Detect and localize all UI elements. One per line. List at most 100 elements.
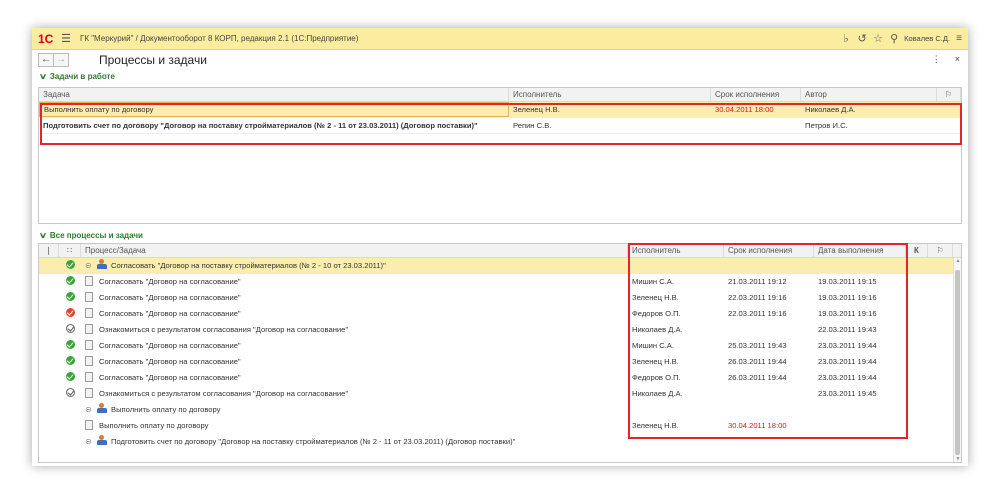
task-name-cell: Согласовать "Договор на согласование" [81,306,628,322]
process-icon [97,435,107,445]
task-icon [85,292,93,302]
completed-status-icon [65,276,75,285]
1c-logo: 1С [38,31,54,46]
collapse-icon[interactable]: ⊝ [85,434,93,450]
flag-icon[interactable]: ⚐ [937,88,961,101]
collapse-icon[interactable]: ⊝ [85,258,93,274]
status-cell [59,258,81,274]
task-name-cell: Выполнить оплату по договору [81,418,628,434]
acknowledged-status-icon [65,324,75,333]
page-title: Процессы и задачи [99,53,207,67]
column-deadline[interactable]: Срок исполнения [711,88,801,101]
task-name-cell: Согласовать "Договор на согласование" [81,290,628,306]
process-name-cell: ⊝ Подготовить счет по договору "Договор н… [81,434,628,450]
column-author[interactable]: Автор [801,88,937,101]
importance-cell [39,402,59,418]
tasks-section-title: Задачи в работе [49,71,115,81]
task-name-cell: Согласовать "Договор на согласование" [81,354,628,370]
search-icon[interactable]: ⚲ [886,32,902,45]
flag-icon[interactable]: ⚐ [928,244,953,257]
status-cell [59,434,81,450]
task-name-cell: Ознакомиться с результатом согласования … [81,386,628,402]
importance-cell [39,370,59,386]
window-title: ГК "Меркурий" / Документооборот 8 КОРП, … [80,34,359,43]
task-icon [85,372,93,382]
completed-status-icon [65,372,75,381]
status-cell [59,274,81,290]
status-cell [59,290,81,306]
scroll-down-icon[interactable]: ▼ [954,456,961,462]
current-user[interactable]: Ковалев С.Д. [904,34,950,43]
bell-icon[interactable]: ♭ [838,32,854,45]
importance-cell [39,306,59,322]
importance-cell [39,338,59,354]
tasks-table-header: Задача Исполнитель Срок исполнения Автор… [39,88,961,102]
task-name-cell: Согласовать "Договор на согласование" [81,338,628,354]
importance-cell [39,274,59,290]
row-name: Подготовить счет по договору "Договор на… [111,437,516,446]
close-icon[interactable]: × [955,54,960,65]
acknowledged-status-icon [65,388,75,397]
process-icon [97,403,107,413]
status-cell [59,306,81,322]
chevron-down-icon: ∨ [38,230,48,240]
processes-section-title: Все процессы и задачи [49,230,143,240]
more-menu-icon[interactable]: ≡ [952,33,962,44]
back-button[interactable]: ← [38,53,54,67]
task-icon [85,308,93,318]
forward-button[interactable]: → [53,53,69,67]
status-cell [59,322,81,338]
row-name: Выполнить оплату по договору [111,405,221,414]
completed-status-icon [65,340,75,349]
task-icon [85,340,93,350]
importance-cell [39,386,59,402]
status-cell [59,370,81,386]
column-task[interactable]: Задача [39,88,509,101]
hamburger-menu-icon[interactable]: ☰ [58,32,74,45]
form-header: ← → Процессы и задачи ⋮ × [32,50,968,70]
task-name-cell: Согласовать "Договор на согласование" [81,370,628,386]
row-name: Выполнить оплату по договору [99,421,209,430]
task-icon [85,324,93,334]
history-icon[interactable]: ↺ [854,32,870,45]
vertical-scrollbar[interactable]: ▲ ▼ [953,258,961,462]
process-icon [97,259,107,269]
column-k[interactable]: К [906,244,928,257]
completed-status-icon [65,356,75,365]
task-name-cell: Ознакомиться с результатом согласования … [81,322,628,338]
task-icon [85,388,93,398]
tasks-section-header[interactable]: ∨ Задачи в работе [32,70,968,82]
rejected-status-icon [65,308,75,317]
star-icon[interactable]: ☆ [870,32,886,45]
importance-cell [39,322,59,338]
row-name: Согласовать "Договор на согласование" [99,357,241,366]
highlight-frame-columns [628,243,908,439]
status-cell [59,354,81,370]
row-name: Ознакомиться с результатом согласования … [99,389,349,398]
collapse-icon[interactable]: ⊝ [85,402,93,418]
row-name: Согласовать "Договор на согласование" [99,309,241,318]
importance-cell [39,434,59,450]
task-icon [85,356,93,366]
highlight-frame-tasks [40,103,962,145]
status-cell [59,418,81,434]
processes-section-header[interactable]: ∨ Все процессы и задачи [32,229,143,241]
task-icon [85,420,93,430]
importance-cell [39,418,59,434]
row-name: Ознакомиться с результатом согласования … [99,325,349,334]
importance-cell [39,354,59,370]
status-cell [59,338,81,354]
more-actions-icon[interactable]: ⋮ [932,54,941,65]
completed-status-icon [65,292,75,301]
column-process-task[interactable]: Процесс/Задача [81,244,628,257]
scrollbar-thumb[interactable] [955,270,960,455]
scroll-up-icon[interactable]: ▲ [954,258,961,264]
process-name-cell: ⊝ Выполнить оплату по договору [81,402,628,418]
row-name: Согласовать "Договор на согласование" [99,373,241,382]
importance-column-icon[interactable]: ❘ [39,244,59,257]
completed-status-icon [65,260,75,269]
title-bar: 1С ☰ ГК "Меркурий" / Документооборот 8 К… [32,28,968,50]
column-performer[interactable]: Исполнитель [509,88,711,101]
process-name-cell: ⊝ Согласовать "Договор на поставку стройм… [81,258,628,274]
status-column-icon[interactable]: ∷ [59,244,81,257]
